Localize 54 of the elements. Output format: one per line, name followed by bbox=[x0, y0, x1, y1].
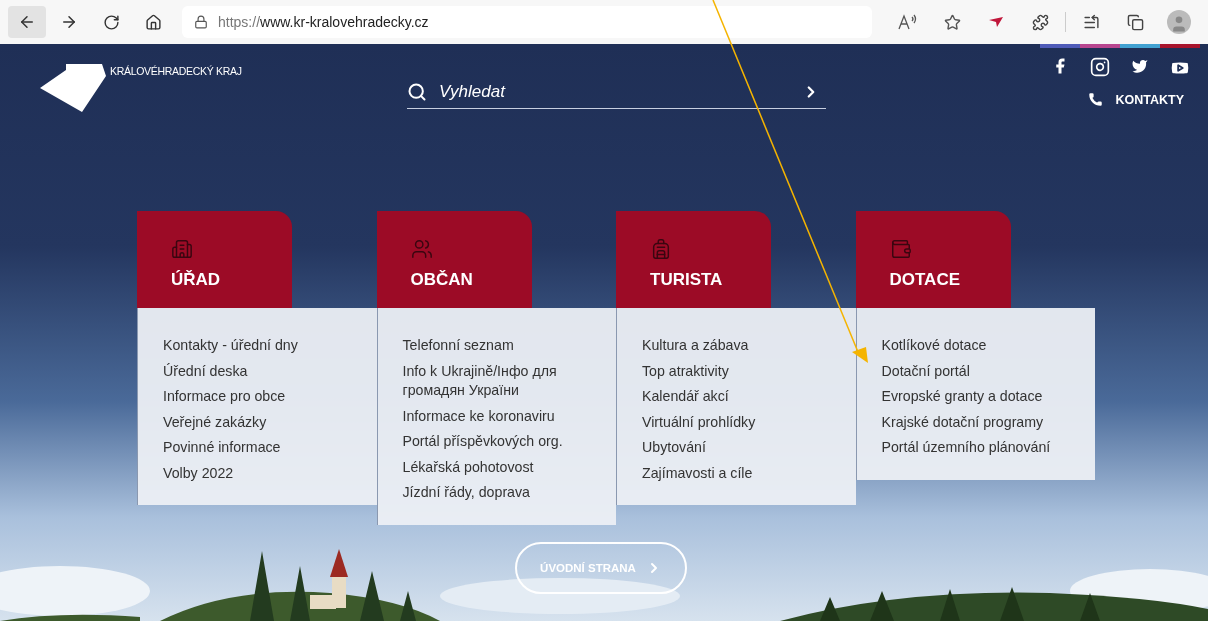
address-bar[interactable]: https://www.kr-kralovehradecky.cz bbox=[182, 6, 872, 38]
back-button[interactable] bbox=[8, 6, 46, 38]
logo-text: KRÁLOVÉHRADECKÝ KRAJ bbox=[110, 65, 242, 77]
category-link[interactable]: Kotlíkové dotace bbox=[881, 336, 1075, 356]
avatar-icon bbox=[1167, 10, 1191, 34]
category-link[interactable]: Dotační portál bbox=[881, 361, 1075, 381]
paper-plane-icon bbox=[989, 17, 1003, 27]
category-link[interactable]: Top atraktivity bbox=[642, 361, 836, 381]
arrow-right-icon bbox=[60, 13, 78, 31]
category-link[interactable]: Povinné informace bbox=[163, 438, 357, 458]
collections-icon bbox=[1126, 13, 1144, 31]
logo-icon bbox=[40, 64, 106, 112]
lock-icon bbox=[194, 15, 208, 29]
category-link[interactable]: Telefonní seznam bbox=[402, 336, 596, 356]
phone-icon bbox=[1088, 92, 1104, 107]
category-link[interactable]: Evropské granty a dotace bbox=[881, 387, 1075, 407]
backpack-icon bbox=[650, 238, 672, 260]
search-icon bbox=[407, 81, 427, 102]
puzzle-icon bbox=[1031, 13, 1049, 31]
category-link[interactable]: Kontakty - úřední dny bbox=[163, 336, 357, 356]
url-text: https://www.kr-kralovehradecky.cz bbox=[218, 14, 429, 30]
category-link[interactable]: Lékařská pohotovost bbox=[402, 457, 596, 477]
twitter-icon bbox=[1131, 57, 1149, 75]
house-icon bbox=[144, 13, 162, 31]
favorites-list-icon bbox=[1082, 13, 1100, 31]
category-link[interactable]: Virtuální prohlídky bbox=[642, 412, 836, 432]
social-link[interactable] bbox=[1080, 44, 1120, 79]
building-icon bbox=[171, 238, 193, 260]
category-link[interactable]: Zajímavosti a cíle bbox=[642, 463, 836, 483]
people-icon bbox=[410, 238, 433, 260]
instagram-icon bbox=[1090, 57, 1110, 77]
category-link[interactable]: Jízdní řády, doprava bbox=[402, 483, 596, 503]
category-link[interactable]: Portál příspěvkových org. bbox=[402, 432, 596, 452]
category-link[interactable]: Úřední deska bbox=[163, 361, 357, 381]
category-link[interactable]: Portál územního plánování bbox=[881, 438, 1075, 458]
category-link[interactable]: Veřejné zakázky bbox=[163, 412, 357, 432]
category-link[interactable]: Krajské dotační programy bbox=[881, 412, 1075, 432]
category-tab[interactable]: TURISTA bbox=[616, 211, 771, 308]
read-aloud-icon bbox=[898, 14, 918, 30]
category-tab[interactable]: ÚŘAD bbox=[137, 211, 292, 308]
category-tab[interactable]: OBČAN bbox=[376, 211, 532, 308]
category-link[interactable]: Info k Ukrajině/Інфо для громадян України bbox=[402, 361, 596, 401]
category-link[interactable]: Informace ke koronaviru bbox=[402, 406, 596, 426]
category-link[interactable]: Kultura a zábava bbox=[642, 336, 836, 356]
category-link[interactable]: Ubytování bbox=[642, 438, 836, 458]
category-link[interactable]: Kalendář akcí bbox=[642, 387, 836, 407]
star-icon bbox=[943, 13, 961, 31]
reload-icon bbox=[102, 13, 120, 31]
category-tab[interactable]: DOTACE bbox=[855, 211, 1011, 308]
search-input[interactable]: Vyhledat bbox=[437, 80, 792, 103]
category-link[interactable]: Informace pro obce bbox=[163, 387, 357, 407]
wallet-icon bbox=[889, 238, 912, 260]
category-link[interactable]: Volby 2022 bbox=[163, 463, 357, 483]
contacts-link[interactable]: KONTAKTY bbox=[1088, 92, 1184, 107]
